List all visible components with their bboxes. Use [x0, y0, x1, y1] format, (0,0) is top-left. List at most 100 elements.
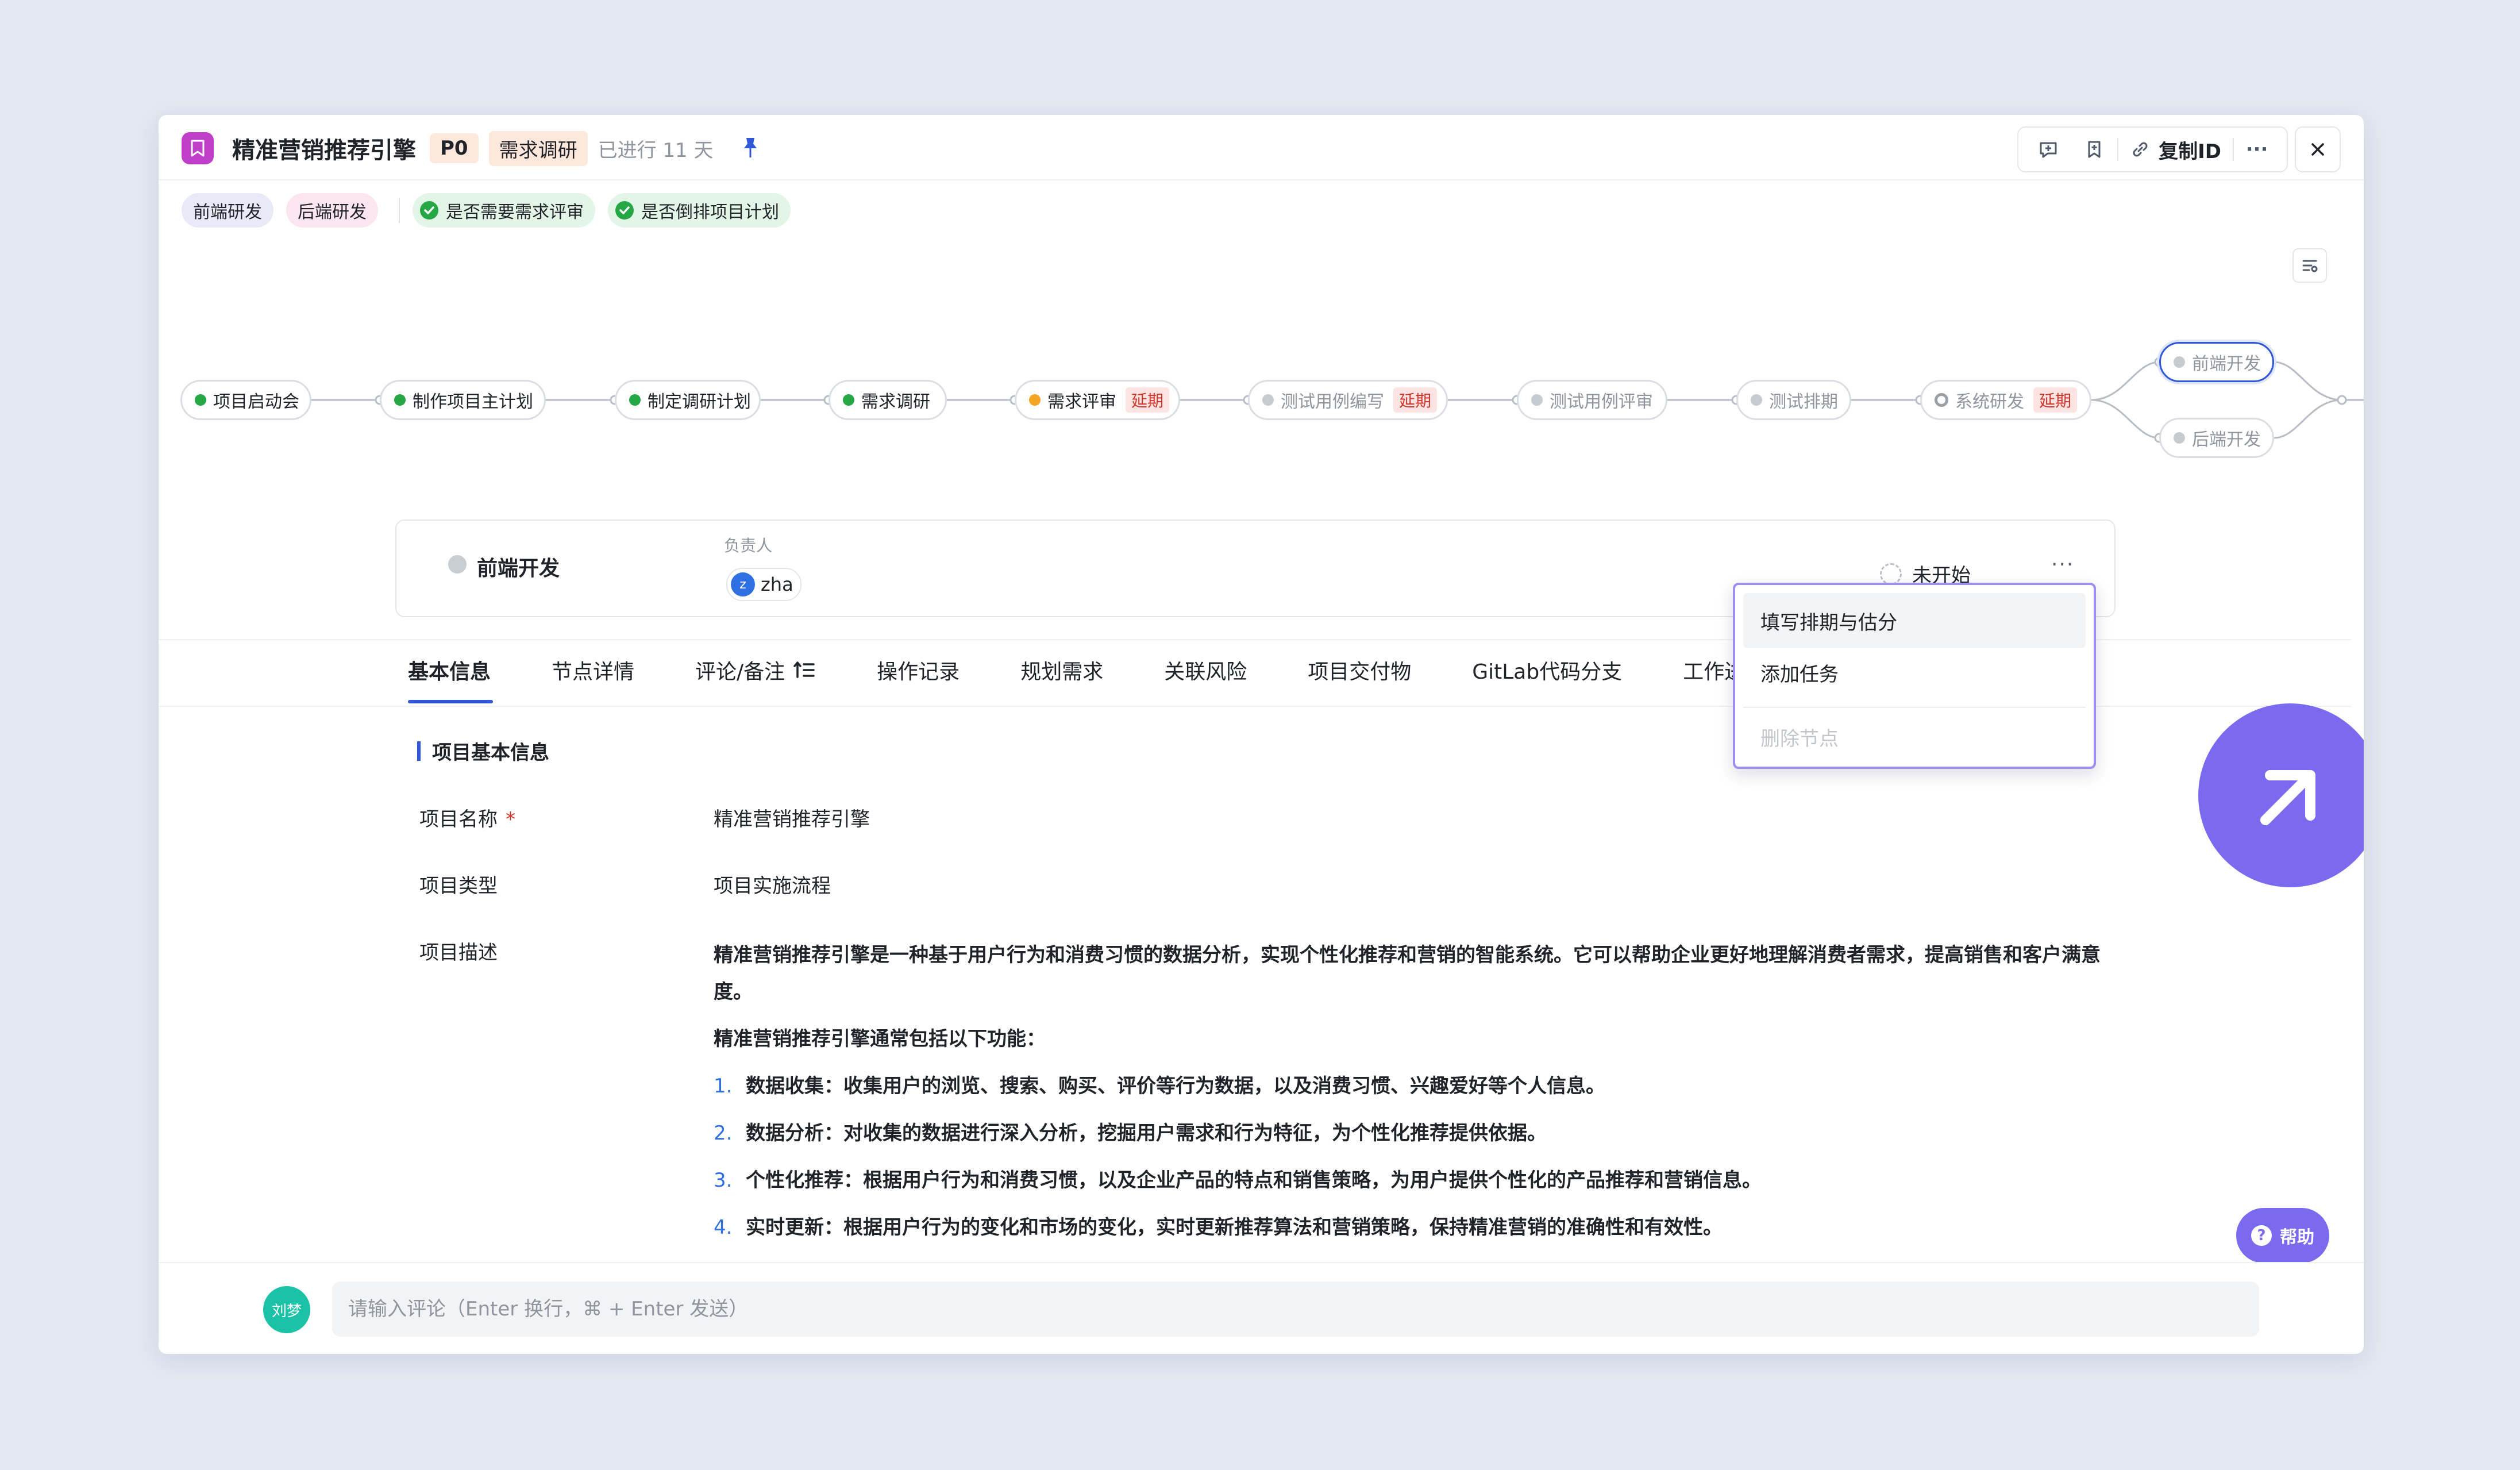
- link-icon: [2133, 142, 2148, 157]
- flow-node-master-plan[interactable]: 制作项目主计划: [380, 380, 546, 420]
- list-text: 数据分析：对收集的数据进行深入分析，挖掘用户需求和行为特征，为个性化推荐提供依据…: [746, 1122, 1547, 1145]
- required-mark: *: [506, 808, 515, 831]
- tag-row: 前端研发 后端研发 是否需要需求评审 是否倒排项目计划: [182, 193, 803, 228]
- flow-node-requirement-review[interactable]: 需求评审 延期: [1015, 380, 1180, 420]
- project-type-label: 项目类型: [419, 875, 498, 898]
- chip-frontend[interactable]: 前端研发: [182, 193, 273, 228]
- chip-reverse-schedule-label: 是否倒排项目计划: [641, 202, 779, 222]
- list-number: 2.: [714, 1122, 733, 1145]
- flow-node-label: 项目启动会: [213, 392, 299, 412]
- project-name-label-text: 项目名称: [419, 808, 498, 831]
- copy-id-button[interactable]: 复制ID: [2118, 132, 2233, 167]
- status-dot-pending: [2174, 356, 2185, 368]
- flow-node-project-kickoff[interactable]: 项目启动会: [180, 380, 311, 420]
- flow-settings-button[interactable]: [2292, 248, 2327, 283]
- project-title: 精准营销推荐引擎: [232, 137, 416, 164]
- flow-node-frontend-development[interactable]: 前端开发: [2159, 342, 2274, 382]
- list-text: 个性化推荐：根据用户行为和消费习惯，以及企业产品的特点和销售策略，为用户提供个性…: [746, 1169, 1762, 1192]
- owner-name: zha: [761, 574, 793, 595]
- chip-divider: [399, 198, 400, 223]
- list-number: 3.: [714, 1169, 733, 1192]
- flow-node-test-case-review[interactable]: 测试用例评审: [1517, 380, 1667, 420]
- avatar: 刘梦: [263, 1286, 310, 1333]
- desc-paragraph: 精准营销推荐引擎是一种基于用户行为和消费习惯的数据分析，实现个性化推荐和营销的智…: [714, 944, 2101, 1003]
- bookmark-app-icon: [182, 132, 214, 164]
- owner-label: 负责人: [724, 536, 773, 555]
- flow-node-label: 测试用例评审: [1550, 392, 1653, 412]
- bookmark-button[interactable]: [2071, 132, 2117, 167]
- flow-node-test-scheduling[interactable]: 测试排期: [1736, 380, 1851, 420]
- comment-add-icon: [2040, 142, 2057, 158]
- tab-comments-label: 评论/备注: [695, 660, 785, 684]
- flow-node-backend-development[interactable]: 后端开发: [2159, 418, 2274, 458]
- project-type-value[interactable]: 项目实施流程: [714, 870, 831, 898]
- tab-gitlab-branches[interactable]: GitLab代码分支: [1472, 655, 1622, 685]
- help-button[interactable]: ? 帮助: [2236, 1208, 2329, 1263]
- list-item: 2. 数据分析：对收集的数据进行深入分析，挖掘用户需求和行为特征，为个性化推荐提供…: [714, 1115, 2104, 1152]
- list-item: 4. 实时更新：根据用户行为的变化和市场的变化，实时更新推荐算法和营销策略，保持精…: [714, 1209, 2104, 1246]
- status-dot-pending: [1531, 394, 1543, 406]
- flow-node-label: 测试用例编写: [1281, 392, 1384, 412]
- flow-node-label: 后端开发: [2192, 430, 2261, 450]
- help-label: 帮助: [2280, 1227, 2314, 1248]
- flow-connectors: [311, 357, 2364, 443]
- menu-item-schedule-estimate[interactable]: 填写排期与估分: [1743, 593, 2086, 648]
- tab-comments[interactable]: 评论/备注: [695, 655, 816, 685]
- section-title: 项目基本信息: [432, 741, 549, 764]
- sort-icon: [793, 661, 815, 678]
- bookmark-icon: [2088, 141, 2101, 158]
- owner-avatar: z: [731, 572, 755, 597]
- flow-node-label: 制作项目主计划: [413, 392, 533, 412]
- project-name-value[interactable]: 精准营销推荐引擎: [714, 803, 870, 832]
- list-number: 4.: [714, 1216, 733, 1239]
- arrow-up-left-icon: [2260, 770, 2315, 825]
- delay-badge: 延期: [1126, 387, 1170, 413]
- chip-need-review-label: 是否需要需求评审: [446, 202, 584, 222]
- add-comment-button[interactable]: [2025, 132, 2071, 167]
- flow-node-label: 制定调研计划: [648, 392, 751, 412]
- flow-node-label: 需求调研: [861, 392, 930, 412]
- close-button[interactable]: [2295, 126, 2341, 172]
- desc-feature-list: 1. 数据收集：收集用户的浏览、搜索、购买、评价等行为数据，以及消费习惯、兴趣爱好…: [714, 1068, 2104, 1246]
- pin-icon[interactable]: [743, 137, 758, 160]
- tab-deliverables[interactable]: 项目交付物: [1308, 655, 1411, 685]
- status-dot-done: [195, 394, 206, 406]
- flow-node-system-development[interactable]: 系统研发 延期: [1920, 380, 2091, 420]
- desc-paragraph: 精准营销推荐引擎通常包括以下功能：: [714, 1028, 1046, 1050]
- active-tab-indicator: [408, 700, 493, 703]
- more-button[interactable]: ···: [2234, 132, 2280, 167]
- status-dot-pending: [1262, 394, 1274, 406]
- cursor-indicator: [2198, 703, 2364, 887]
- chip-reverse-schedule[interactable]: 是否倒排项目计划: [608, 193, 791, 228]
- tab-node-details[interactable]: 节点详情: [552, 655, 634, 685]
- project-description[interactable]: 精准营销推荐引擎是一种基于用户行为和消费习惯的数据分析，实现个性化推荐和营销的智…: [714, 937, 2104, 1256]
- list-text: 实时更新：根据用户行为的变化和市场的变化，实时更新推荐算法和营销策略，保持精准营…: [746, 1216, 1723, 1239]
- menu-item-add-task[interactable]: 添加任务: [1743, 645, 2086, 700]
- section-accent-bar: [417, 741, 421, 761]
- status-dot-pending: [1751, 394, 1762, 406]
- menu-divider: [1743, 707, 2086, 708]
- flow-node-research-plan[interactable]: 制定调研计划: [615, 380, 761, 420]
- menu-item-delete-node: 删除节点: [1760, 727, 1839, 751]
- node-more-button[interactable]: ···: [2051, 553, 2074, 576]
- tab-related-risks[interactable]: 关联风险: [1164, 655, 1247, 685]
- comment-input[interactable]: [332, 1282, 2259, 1337]
- chip-backend[interactable]: 后端研发: [286, 193, 378, 228]
- elapsed-days: 已进行 11 天: [598, 138, 714, 162]
- status-dot-done: [843, 394, 854, 406]
- chip-need-review[interactable]: 是否需要需求评审: [413, 193, 595, 228]
- flow-node-requirement-research[interactable]: 需求调研: [829, 380, 947, 420]
- project-detail-panel: 精准营销推荐引擎 P0 需求调研 已进行 11 天 复制ID ··· 前端研发 …: [159, 115, 2364, 1354]
- flow-node-test-case-writing[interactable]: 测试用例编写 延期: [1248, 380, 1448, 420]
- flow-node-label: 前端开发: [2192, 354, 2261, 374]
- list-text: 数据收集：收集用户的浏览、搜索、购买、评价等行为数据，以及消费习惯、兴趣爱好等个…: [746, 1075, 1605, 1098]
- priority-tag[interactable]: P0: [430, 133, 479, 163]
- tab-operation-log[interactable]: 操作记录: [877, 655, 960, 685]
- status-dot-in-progress: [1029, 394, 1041, 406]
- owner-chip[interactable]: z zha: [726, 568, 802, 601]
- stage-tag[interactable]: 需求调研: [488, 130, 588, 166]
- tab-basic-info[interactable]: 基本信息: [408, 655, 491, 685]
- tab-planned-requirements[interactable]: 规划需求: [1020, 655, 1103, 685]
- header: 精准营销推荐引擎 P0 需求调研 已进行 11 天: [182, 130, 758, 167]
- delay-badge: 延期: [2033, 387, 2078, 413]
